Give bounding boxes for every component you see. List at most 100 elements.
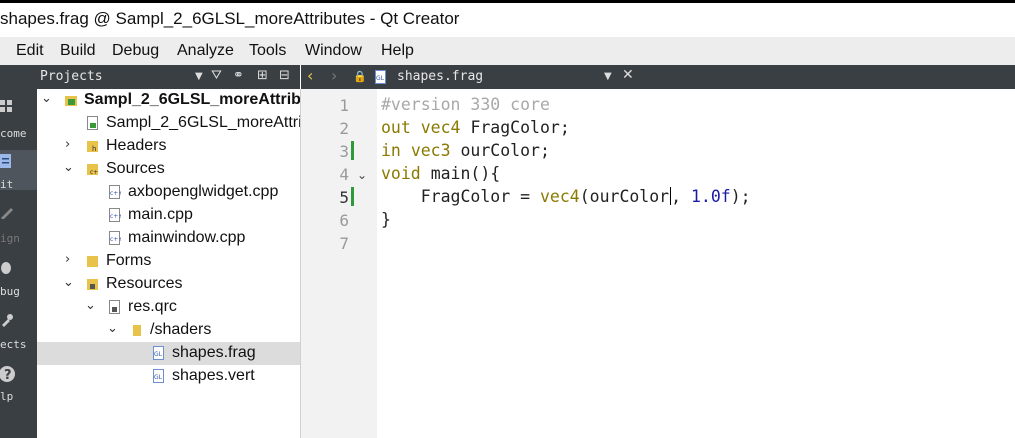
tree-item-label: Resources xyxy=(106,275,183,292)
tree-item-sources[interactable]: ⌄ c+ Sources xyxy=(37,158,300,181)
project-tree: ⌄ Sampl_2_6GLSL_moreAttribu Sampl_2_6GLS… xyxy=(37,89,301,438)
tree-item-file[interactable]: c++ mainwindow.cpp xyxy=(37,227,300,250)
tree-item-label: Sampl_2_6GLSL_moreAttrib xyxy=(106,114,301,131)
type: vec3 xyxy=(410,141,451,160)
navigator-title: Projects xyxy=(40,69,103,84)
code-text: ourColor; xyxy=(460,141,550,160)
tree-item-label: res.qrc xyxy=(128,298,177,315)
tree-item-file[interactable]: GL shapes.vert xyxy=(37,365,300,388)
change-marker xyxy=(351,187,354,206)
cpp-file-icon: c++ xyxy=(109,185,121,199)
menu-analyze[interactable]: Analyze xyxy=(177,42,234,60)
line-number-gutter: 1 2 3 4 5 6 7 ⌄ xyxy=(301,89,377,438)
filter-icon[interactable]: ⛛ xyxy=(211,68,222,83)
keyword: void xyxy=(381,164,421,183)
tree-item-label: shapes.frag xyxy=(172,344,256,361)
tree-item-file[interactable]: c++ main.cpp xyxy=(37,204,300,227)
document-name[interactable]: shapes.frag xyxy=(397,69,483,84)
folder-forms-icon xyxy=(87,256,98,267)
menu-edit[interactable]: Edit xyxy=(16,42,44,60)
chevron-right-icon[interactable]: › xyxy=(65,137,70,152)
pro-file-icon xyxy=(87,116,98,130)
keyword: in xyxy=(381,141,401,160)
tree-item-file[interactable]: c++ axbopenglwidget.cpp xyxy=(37,181,300,204)
svg-text:c+: c+ xyxy=(90,169,98,176)
chevron-right-icon[interactable]: › xyxy=(65,252,70,267)
mode-label: lp xyxy=(0,390,14,403)
chevron-down-icon[interactable]: ⌄ xyxy=(107,321,118,336)
mode-label: bug xyxy=(0,285,20,298)
code-line: } xyxy=(381,210,391,229)
line-number: 6 xyxy=(339,211,349,230)
help-icon: ? xyxy=(0,366,15,383)
link-icon[interactable]: ⚭ xyxy=(233,68,244,83)
type: vec4 xyxy=(420,118,461,137)
chevron-down-icon[interactable]: ⌄ xyxy=(63,275,74,290)
change-marker xyxy=(351,141,354,160)
menu-debug[interactable]: Debug xyxy=(112,42,159,60)
mode-edit[interactable]: it xyxy=(0,150,37,191)
mode-label: ects xyxy=(0,338,27,351)
code-line-current: FragColor = vec4(ourColor, 1.0f); xyxy=(381,187,751,206)
tree-item-label: Headers xyxy=(106,137,167,154)
tree-item-selected-file[interactable]: GL shapes.frag xyxy=(37,342,300,365)
window-title: shapes.frag @ Sampl_2_6GLSL_moreAttribut… xyxy=(0,9,460,28)
welcome-icon xyxy=(0,100,12,112)
fold-chevron-icon[interactable]: ⌄ xyxy=(357,168,367,182)
tree-item-qrc[interactable]: ⌄ res.qrc xyxy=(37,296,300,319)
chevron-down-icon[interactable]: ⌄ xyxy=(41,91,52,106)
code-text: main(){ xyxy=(430,164,501,183)
design-icon xyxy=(1,208,13,219)
close-document-icon[interactable]: ✕ xyxy=(622,67,634,83)
svg-text:GL: GL xyxy=(154,374,163,381)
tree-item-forms[interactable]: › Forms xyxy=(37,250,300,273)
tree-item-resources[interactable]: ⌄ Resources xyxy=(37,273,300,296)
chevron-down-icon[interactable]: ▼ xyxy=(195,71,203,82)
lock-icon[interactable]: 🔒 xyxy=(353,70,367,83)
tree-item-label: axbopenglwidget.cpp xyxy=(128,183,279,200)
chevron-down-icon[interactable]: ⌄ xyxy=(85,298,96,313)
tree-item-pro-file[interactable]: Sampl_2_6GLSL_moreAttrib xyxy=(37,112,300,135)
code-text: FragColor; xyxy=(470,118,570,137)
chevron-down-icon[interactable]: ▼ xyxy=(604,71,612,82)
keyword: out xyxy=(381,118,411,137)
code-text: ); xyxy=(730,187,751,206)
editor-toolbar: ‹ › 🔒 GL shapes.frag ▼ ✕ xyxy=(301,65,1015,89)
line-number: 7 xyxy=(339,234,349,253)
folder-icon xyxy=(133,325,141,336)
tree-item-project[interactable]: ⌄ Sampl_2_6GLSL_moreAttribu xyxy=(37,89,300,112)
tree-item-label: Sources xyxy=(106,160,165,177)
chevron-down-icon[interactable]: ⌄ xyxy=(63,160,74,175)
tree-item-shaders[interactable]: ⌄ /shaders xyxy=(37,319,300,342)
line-number: 2 xyxy=(339,119,349,138)
tree-item-label: shapes.vert xyxy=(172,367,255,384)
project-icon xyxy=(65,96,77,106)
tree-item-label: /shaders xyxy=(150,321,212,338)
mode-label: ign xyxy=(0,232,20,245)
folder-sources-icon: c+ xyxy=(87,164,98,176)
code-text: FragColor = xyxy=(381,187,540,206)
folder-resources-icon xyxy=(87,279,98,290)
menu-build[interactable]: Build xyxy=(60,42,96,60)
cpp-file-icon: c++ xyxy=(109,208,121,222)
code-text: (ourColor xyxy=(579,187,670,206)
tree-item-label: Forms xyxy=(106,252,152,269)
code-editor[interactable]: #version 330 core out vec4 FragColor; in… xyxy=(377,89,1015,438)
menu-help[interactable]: Help xyxy=(381,42,414,60)
line-number: 3 xyxy=(339,142,349,161)
svg-text:GL: GL xyxy=(376,75,385,82)
code-text: , xyxy=(671,187,691,206)
forward-arrow-icon[interactable]: › xyxy=(331,66,337,85)
code-line: in vec3 ourColor; xyxy=(381,141,550,160)
split-icon[interactable]: ⊞ xyxy=(257,68,268,83)
folder-headers-icon: h xyxy=(87,141,98,153)
menu-tools[interactable]: Tools xyxy=(249,42,286,60)
tree-item-headers[interactable]: › h Headers xyxy=(37,135,300,158)
svg-text:h: h xyxy=(92,145,96,153)
tree-item-label: main.cpp xyxy=(128,206,193,223)
back-arrow-icon[interactable]: ‹ xyxy=(307,66,313,85)
edit-icon xyxy=(0,154,11,168)
menu-window[interactable]: Window xyxy=(305,42,362,60)
code-line: void main(){ xyxy=(381,164,500,183)
close-pane-icon[interactable]: ⊟ xyxy=(279,68,290,83)
